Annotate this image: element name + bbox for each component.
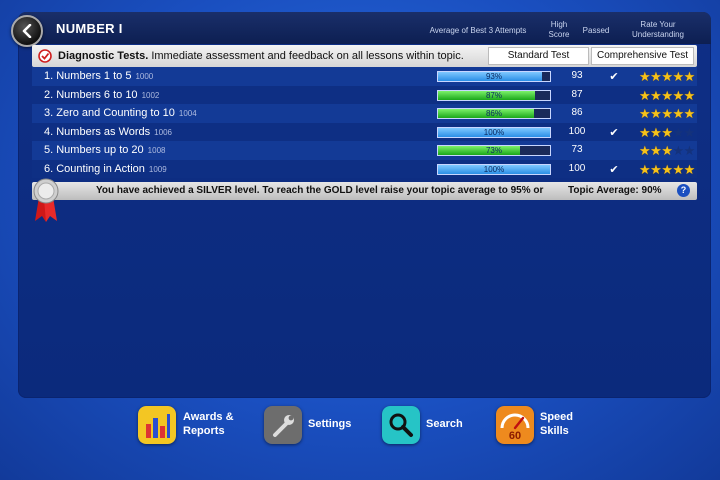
speed-skills-button[interactable]: 60 Speed Skills [496, 406, 596, 446]
search-button[interactable]: Search [382, 406, 472, 446]
star-icon[interactable]: ★ [684, 106, 696, 121]
star-icon[interactable]: ★ [672, 88, 684, 103]
passed-check-icon: ✔ [609, 126, 619, 139]
star-icon[interactable]: ★ [684, 143, 696, 158]
lesson-row[interactable]: 1. Numbers 1 to 5 1000 93% 93 ✔ ★★★★★ [32, 67, 697, 86]
passed-check-icon: ✔ [609, 163, 619, 176]
rating-stars[interactable]: ★★★★★ [639, 88, 695, 104]
comprehensive-test-button[interactable]: Comprehensive Test [591, 47, 694, 65]
rating-stars[interactable]: ★★★★★ [639, 162, 695, 178]
back-button[interactable] [11, 15, 43, 47]
average-label: 86% [485, 109, 502, 118]
average-label: 100% [483, 127, 505, 137]
star-icon[interactable]: ★ [650, 162, 662, 177]
star-icon[interactable]: ★ [684, 88, 696, 103]
star-icon[interactable]: ★ [684, 125, 696, 140]
star-icon[interactable]: ★ [661, 162, 673, 177]
star-icon[interactable]: ★ [639, 143, 651, 158]
high-score: 100 [568, 162, 586, 174]
lesson-name[interactable]: 3. Zero and Counting to 10 1004 [44, 107, 197, 119]
settings-button[interactable]: Settings [264, 406, 364, 446]
level-message: You have achieved a SILVER level. To rea… [96, 185, 544, 196]
silver-medal-icon [33, 178, 59, 222]
star-icon[interactable]: ★ [639, 69, 651, 84]
help-button[interactable]: ? [677, 184, 690, 197]
topic-title: NUMBER I [56, 21, 123, 36]
lesson-row[interactable]: 4. Numbers as Words 1006 100% 100 ✔ ★★★★★ [32, 122, 697, 141]
diagnostic-text: Diagnostic Tests. Immediate assessment a… [58, 50, 464, 62]
star-icon[interactable]: ★ [650, 69, 662, 84]
diagnostic-icon [38, 49, 52, 63]
star-icon[interactable]: ★ [650, 143, 662, 158]
rating-stars[interactable]: ★★★★★ [639, 125, 695, 141]
top-bar: NUMBER I Average of Best 3 Attempts High… [11, 12, 711, 47]
star-icon[interactable]: ★ [672, 125, 684, 140]
star-icon[interactable]: ★ [684, 162, 696, 177]
star-icon[interactable]: ★ [661, 69, 673, 84]
lesson-row[interactable]: 3. Zero and Counting to 10 1004 86% 86 ★★… [32, 104, 697, 123]
high-score: 100 [568, 125, 586, 137]
standard-test-button[interactable]: Standard Test [488, 47, 589, 65]
rating-stars[interactable]: ★★★★★ [639, 106, 695, 122]
high-score: 86 [571, 107, 583, 118]
star-icon[interactable]: ★ [661, 143, 673, 158]
star-icon[interactable]: ★ [639, 125, 651, 140]
average-progress-bar: 100% [437, 163, 551, 175]
high-score: 73 [571, 144, 583, 155]
level-bar: You have achieved a SILVER level. To rea… [32, 182, 697, 200]
lesson-name[interactable]: 5. Numbers up to 20 1008 [44, 144, 165, 156]
lesson-name[interactable]: 2. Numbers 6 to 10 1002 [44, 89, 159, 101]
svg-text:60: 60 [509, 430, 521, 442]
average-label: 87% [485, 90, 502, 100]
star-icon[interactable]: ★ [672, 69, 684, 84]
average-progress-bar: 86% [437, 108, 551, 119]
rating-stars[interactable]: ★★★★★ [639, 143, 695, 159]
lesson-row[interactable]: 5. Numbers up to 20 1008 73% 73 ★★★★★ [32, 141, 697, 160]
lesson-list: 1. Numbers 1 to 5 1000 93% 93 ✔ ★★★★★ 2. … [32, 67, 697, 178]
bar-chart-icon [138, 406, 176, 444]
lesson-name[interactable]: 1. Numbers 1 to 5 1000 [44, 70, 153, 82]
average-label: 93% [485, 72, 502, 81]
average-label: 73% [485, 146, 502, 155]
average-progress-bar: 87% [437, 89, 551, 101]
star-icon[interactable]: ★ [684, 69, 696, 84]
star-icon[interactable]: ★ [650, 106, 662, 121]
header-passed: Passed [582, 26, 610, 35]
header-average: Average of Best 3 Attempts [429, 26, 527, 35]
star-icon[interactable]: ★ [639, 162, 651, 177]
star-icon[interactable]: ★ [661, 125, 673, 140]
magnifier-icon [382, 406, 420, 444]
main-panel: NUMBER I Average of Best 3 Attempts High… [11, 12, 711, 398]
lesson-row[interactable]: 6. Counting in Action 1009 100% 100 ✔ ★★★… [32, 159, 697, 178]
star-icon[interactable]: ★ [672, 143, 684, 158]
header-rate: Rate Your Understanding [631, 20, 685, 39]
star-icon[interactable]: ★ [672, 162, 684, 177]
lesson-name[interactable]: 4. Numbers as Words 1006 [44, 126, 172, 138]
average-progress-bar: 93% [437, 71, 551, 82]
star-icon[interactable]: ★ [639, 88, 651, 103]
awards-reports-button[interactable]: Awards & Reports [138, 406, 248, 446]
high-score: 93 [571, 70, 583, 81]
diagnostic-bar: Diagnostic Tests. Immediate assessment a… [32, 45, 697, 67]
lesson-name[interactable]: 6. Counting in Action 1009 [44, 163, 167, 175]
wrench-icon [264, 406, 302, 444]
star-icon[interactable]: ★ [650, 125, 662, 140]
rating-stars[interactable]: ★★★★★ [639, 69, 695, 85]
passed-check-icon: ✔ [609, 71, 619, 83]
average-label: 100% [483, 164, 505, 174]
star-icon[interactable]: ★ [672, 106, 684, 121]
star-icon[interactable]: ★ [650, 88, 662, 103]
star-icon[interactable]: ★ [661, 88, 673, 103]
average-progress-bar: 73% [437, 145, 551, 156]
star-icon[interactable]: ★ [661, 106, 673, 121]
star-icon[interactable]: ★ [639, 106, 651, 121]
average-progress-bar: 100% [437, 126, 551, 138]
speedometer-icon: 60 [496, 406, 534, 444]
topic-average: Topic Average: 90% [568, 185, 662, 196]
high-score: 87 [571, 88, 583, 100]
header-high-score: High Score [548, 20, 570, 39]
chevron-left-icon [22, 24, 32, 38]
lesson-row[interactable]: 2. Numbers 6 to 10 1002 87% 87 ★★★★★ [32, 85, 697, 104]
